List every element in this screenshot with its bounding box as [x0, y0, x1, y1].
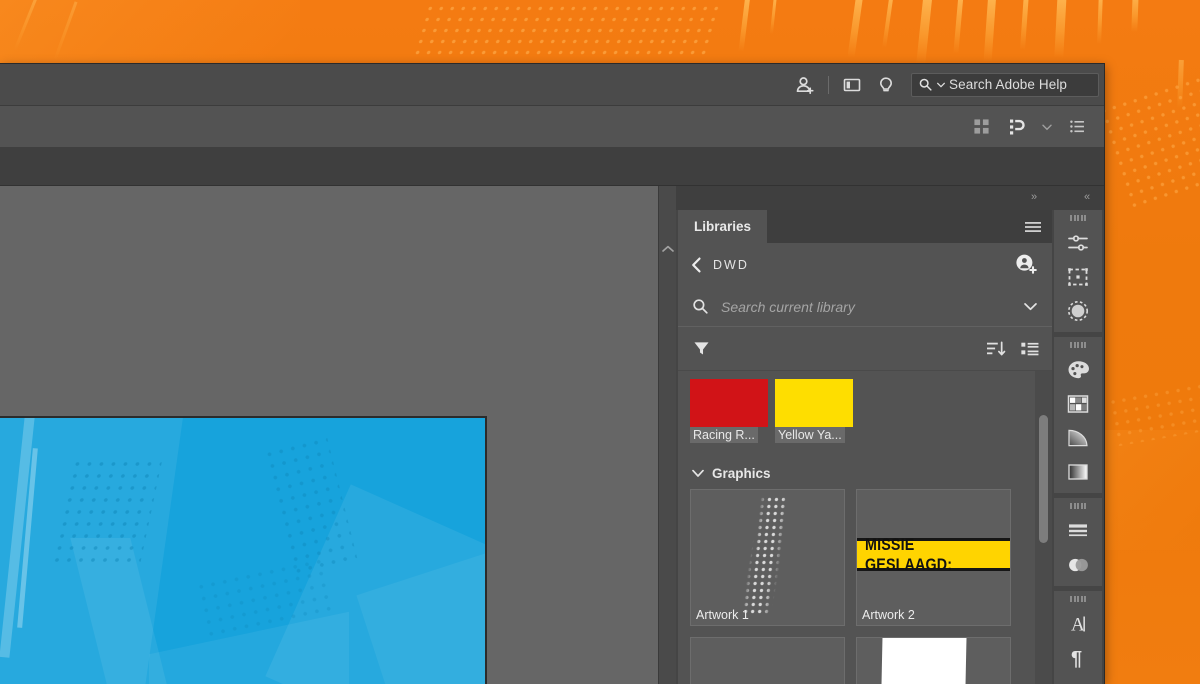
list-view-icon[interactable]	[1020, 340, 1040, 358]
transparency-icon[interactable]	[1054, 548, 1102, 582]
screen-mode-icon[interactable]	[1004, 114, 1030, 140]
hamburger-menu-icon[interactable]	[1024, 210, 1042, 243]
screenshot-root: Search Adobe Help » « Libraries DWD Sear…	[0, 0, 1200, 684]
collapse-panels-left-icon[interactable]: »	[1031, 191, 1037, 203]
character-icon[interactable]: A	[1054, 607, 1102, 641]
glyphs-icon[interactable]: O	[1054, 675, 1102, 684]
color-swatch-row: Racing R... Yellow Ya...	[690, 379, 1052, 448]
drag-grip[interactable]	[1054, 337, 1102, 353]
help-search-placeholder: Search Adobe Help	[949, 77, 1068, 92]
library-filter-row	[678, 327, 1052, 371]
help-bulb-icon[interactable]	[869, 64, 903, 106]
library-scrollbar-thumb[interactable]	[1039, 415, 1048, 543]
search-icon	[693, 299, 708, 314]
graphics-grid: Artwork 1 MISSIE GESLAAGD: Artwork 2 Een…	[690, 489, 1052, 684]
library-scroll-track[interactable]	[1035, 371, 1052, 684]
tab-libraries-label: Libraries	[694, 219, 752, 234]
artboard[interactable]	[0, 416, 487, 684]
color-label: Yellow Ya...	[775, 427, 845, 443]
application-window: Search Adobe Help » « Libraries DWD Sear…	[0, 64, 1104, 684]
panel-tab-strip: Libraries	[678, 210, 1052, 243]
svg-text:A: A	[1071, 615, 1085, 636]
panel-list-icon[interactable]	[1064, 114, 1090, 140]
arrange-documents-icon[interactable]	[968, 114, 994, 140]
panel-dock: » « Libraries DWD Search current library…	[676, 186, 1104, 684]
halftone-pattern	[1096, 57, 1200, 213]
list-item[interactable]: Racing R...	[690, 379, 768, 448]
color-chip[interactable]	[775, 379, 853, 427]
color-label: Racing R...	[690, 427, 758, 443]
paragraph-icon[interactable]: ¶	[1054, 641, 1102, 675]
collapsed-panel-rail: A ¶ O	[1054, 210, 1102, 684]
rail-group-appearance	[1054, 498, 1102, 586]
document-tab-bar[interactable]	[0, 148, 1104, 186]
list-item[interactable]: Yellow Ya...	[775, 379, 853, 448]
chevron-left-icon	[692, 257, 701, 273]
section-header-graphics[interactable]: Graphics	[692, 466, 1052, 481]
control-bar	[0, 106, 1104, 148]
list-item[interactable]: Artwork 1	[690, 489, 845, 626]
svg-text:¶: ¶	[1071, 648, 1082, 670]
artboard-icon[interactable]	[1054, 260, 1102, 294]
libraries-panel: Libraries DWD Search current library Rac…	[678, 210, 1052, 684]
drag-grip[interactable]	[1054, 210, 1102, 226]
rail-group-color	[1054, 337, 1102, 493]
white-page-artwork	[879, 638, 967, 684]
collapse-panels-right-icon[interactable]: «	[1084, 191, 1090, 203]
graphic-label: Artwork 1	[696, 608, 749, 622]
search-icon	[919, 78, 932, 91]
menu-bar: Search Adobe Help	[0, 64, 1104, 106]
library-name: DWD	[713, 258, 749, 272]
color-palette-icon[interactable]	[1054, 353, 1102, 387]
canvas-area[interactable]	[0, 186, 658, 684]
add-collaborator-icon[interactable]	[1014, 253, 1038, 277]
drag-grip[interactable]	[1054, 498, 1102, 514]
canvas-vertical-scrollbar[interactable]	[658, 186, 676, 684]
swatches-icon[interactable]	[1054, 387, 1102, 421]
library-back-button[interactable]: DWD	[690, 257, 749, 273]
sort-icon[interactable]	[986, 340, 1006, 358]
list-item[interactable]	[856, 637, 1011, 684]
list-item[interactable]: Een titel over misschien wel 2 regels ve…	[690, 637, 845, 684]
gradient-icon[interactable]	[1054, 421, 1102, 455]
chevron-up-icon	[661, 245, 674, 252]
halftone-pattern	[410, 0, 730, 58]
library-content[interactable]: Racing R... Yellow Ya... Graphics Artwor…	[678, 371, 1052, 684]
drag-grip[interactable]	[1054, 591, 1102, 607]
library-search-row[interactable]: Search current library	[678, 287, 1052, 327]
toolbar-divider	[828, 75, 829, 94]
chevron-down-icon	[937, 82, 945, 88]
brush-circle-icon[interactable]	[1054, 294, 1102, 328]
rail-group-properties	[1054, 210, 1102, 332]
banner-text: MISSIE GESLAAGD:	[865, 534, 953, 574]
stroke-lines-icon[interactable]	[1054, 514, 1102, 548]
rail-group-type: A ¶ O	[1054, 591, 1102, 684]
yellow-banner-artwork: MISSIE GESLAAGD:	[857, 535, 1010, 574]
graphic-label: Artwork 2	[862, 608, 915, 622]
list-item[interactable]: MISSIE GESLAAGD: Artwork 2	[856, 489, 1011, 626]
chevron-down-icon[interactable]	[1023, 301, 1038, 312]
library-header: DWD	[678, 243, 1052, 287]
color-chip[interactable]	[690, 379, 768, 427]
library-search-placeholder: Search current library	[721, 298, 855, 315]
filter-funnel-icon[interactable]	[692, 339, 711, 358]
tab-libraries[interactable]: Libraries	[678, 210, 768, 243]
section-title: Graphics	[712, 466, 771, 481]
halftone-dots-artwork	[741, 496, 789, 616]
dock-header: » «	[676, 186, 1104, 210]
workspace-chevron-icon[interactable]	[1040, 114, 1054, 140]
share-user-icon[interactable]	[788, 64, 822, 106]
properties-sliders-icon[interactable]	[1054, 226, 1102, 260]
workspace-icon[interactable]	[835, 64, 869, 106]
color-ramp-icon[interactable]	[1054, 455, 1102, 489]
help-search-input[interactable]: Search Adobe Help	[911, 72, 1099, 97]
chevron-down-icon	[692, 469, 704, 477]
